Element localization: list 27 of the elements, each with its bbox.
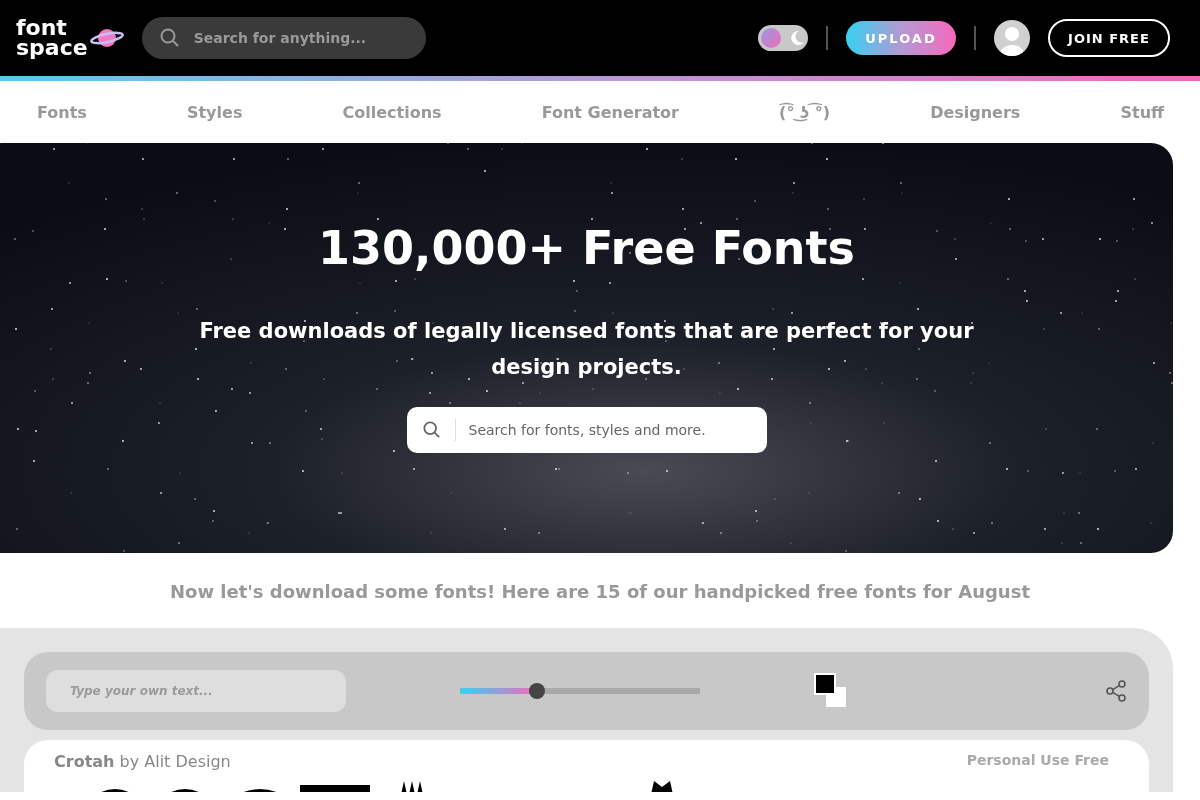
nav-link[interactable]: (͡° ͜ʖ ͡°) (779, 102, 831, 122)
avatar-icon[interactable] (994, 20, 1030, 56)
share-icon[interactable] (1105, 680, 1127, 702)
logo-text[interactable]: font space (16, 18, 88, 58)
nav-link[interactable]: Font Generator (541, 102, 679, 122)
nav-link[interactable]: Stuff (1120, 102, 1164, 122)
search-icon (159, 28, 180, 48)
hero-title: 130,000+ Free Fonts (318, 221, 855, 275)
license-label: Personal Use Free (966, 752, 1109, 770)
intro-text: Now let's download some fonts! Here are 15 of our handpicked free fonts for August (169, 581, 1031, 602)
preview-text-field[interactable]: Type your own text... (46, 670, 346, 712)
join-free-button[interactable]: JOIN FREE (1048, 19, 1170, 57)
search-field[interactable]: Search for anything... (141, 17, 426, 59)
nav-link[interactable]: Collections (342, 102, 442, 122)
color-swatch-icon[interactable] (814, 673, 848, 709)
font-title[interactable]: Crotah by Alit Design (54, 752, 231, 771)
planet-icon (89, 27, 124, 49)
moon-icon (789, 30, 805, 46)
hero-subtitle: Free downloads of legally licensed fonts that are perfect for your design projects. (198, 318, 975, 381)
nav-link[interactable]: Designers (930, 102, 1021, 122)
font-search-field[interactable]: Search for fonts, styles and more. (406, 407, 767, 453)
nav-link[interactable]: Fonts (37, 102, 87, 122)
nav-link[interactable]: Styles (186, 102, 243, 122)
search-icon (422, 421, 441, 439)
dark-mode-toggle[interactable] (758, 25, 808, 51)
slider-thumb[interactable] (528, 683, 545, 699)
toggle-knob (761, 28, 781, 48)
